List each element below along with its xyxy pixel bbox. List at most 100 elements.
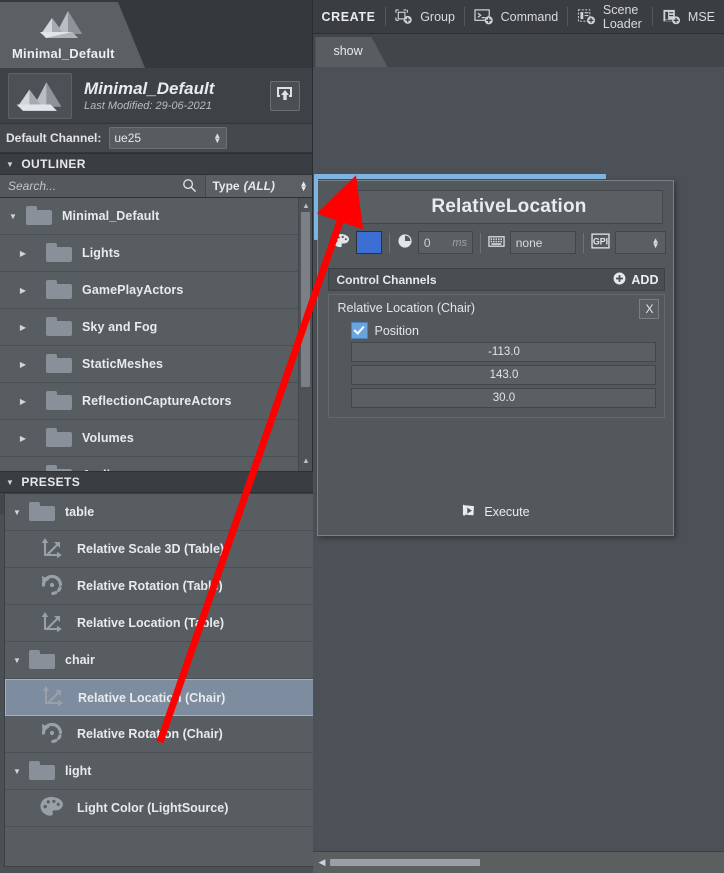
left-panel: Minimal_Default Minimal_Default Last Mod… <box>0 0 313 873</box>
preset-row-label: Relative Scale 3D (Table) <box>77 542 224 556</box>
outliner-row-label: GamePlayActors <box>82 283 183 297</box>
position-checkbox-row[interactable]: Position <box>351 322 656 339</box>
channel-close-button[interactable]: X <box>639 299 659 319</box>
scene-loader-add-icon <box>577 8 596 26</box>
folder-icon <box>46 243 74 263</box>
folder-icon <box>29 650 57 670</box>
preset-row-label: Relative Rotation (Chair) <box>77 727 223 741</box>
create-group-button[interactable]: Group <box>385 0 464 33</box>
gpi-value <box>616 235 621 249</box>
document-last-modified: Last Modified: 29-06-2021 <box>84 100 270 112</box>
delay-unit: ms <box>452 237 467 249</box>
delay-input[interactable]: 0 ms <box>418 231 473 254</box>
position-value-input[interactable]: -113.0 <box>351 342 656 362</box>
scroll-down-arrow-icon[interactable]: ▲ <box>299 453 312 467</box>
relative-location-card[interactable]: RelativeLocation <box>317 180 674 536</box>
divider <box>480 233 481 253</box>
outliner-row[interactable]: ▶Volumes <box>0 420 312 457</box>
preset-folder-row[interactable]: ▼ chair <box>5 642 324 679</box>
preset-row-label: Relative Location (Chair) <box>78 691 225 705</box>
position-value-input[interactable]: 143.0 <box>351 365 656 385</box>
channel-block: Relative Location (Chair) X Position -11… <box>328 294 665 418</box>
create-scene-loader-button[interactable]: Scene Loader <box>568 0 652 33</box>
preset-row-label: chair <box>65 653 95 667</box>
preset-item-row[interactable]: Relative Rotation (Chair) <box>5 716 324 753</box>
preset-folder-row[interactable]: ▼table <box>5 494 324 531</box>
upload-button[interactable] <box>270 81 300 111</box>
type-filter-select[interactable]: Type (ALL) ▲▼ <box>205 175 312 197</box>
search-input[interactable] <box>6 178 190 194</box>
position-checkbox[interactable] <box>351 322 368 339</box>
chevron-updown-icon: ▲▼ <box>652 238 660 248</box>
default-channel-value: ue25 <box>114 131 141 145</box>
divider <box>583 233 584 253</box>
scene-thumbnail-icon <box>38 8 86 40</box>
execute-label: Execute <box>484 505 529 519</box>
scrollbar-thumb[interactable] <box>301 212 310 387</box>
document-tab-minimal-default[interactable]: Minimal_Default <box>0 2 145 68</box>
add-channel-button[interactable]: ADD <box>613 272 658 288</box>
preset-list: ▼table Relative Scale 3D (Table) Relative … <box>4 493 325 867</box>
create-command-button[interactable]: Command <box>465 0 568 33</box>
execute-button[interactable]: Execute <box>318 503 673 521</box>
preset-item-row[interactable]: Relative Rotation (Table) <box>5 568 324 605</box>
scroll-up-arrow-icon[interactable]: ▲ <box>299 198 312 212</box>
preset-item-row[interactable]: Relative Location (Chair) <box>5 679 324 716</box>
outliner-row-label: Minimal_Default <box>62 209 159 223</box>
chevron-down-icon[interactable]: ▼ <box>5 508 29 517</box>
search-icon[interactable] <box>182 178 197 196</box>
search-input-wrap[interactable] <box>0 175 205 197</box>
default-channel-select[interactable]: ue25 ▲▼ <box>109 127 227 149</box>
gpi-select[interactable]: ▲▼ <box>615 231 666 254</box>
outliner-row[interactable]: ▶Lights <box>0 235 312 272</box>
chevron-down-icon[interactable]: ▼ <box>0 212 26 221</box>
folder-icon <box>46 280 74 300</box>
document-tab-label: Minimal_Default <box>12 46 115 61</box>
card-selection-highlight-top <box>314 174 606 179</box>
chevron-right-icon[interactable]: ▶ <box>0 323 46 332</box>
group-add-icon <box>394 8 413 26</box>
outliner-row-label: StaticMeshes <box>82 357 163 371</box>
chevron-down-icon[interactable]: ▼ <box>5 656 29 665</box>
preset-row-label: light <box>65 764 91 778</box>
tab-show[interactable]: show <box>315 37 387 67</box>
chevron-right-icon[interactable]: ▶ <box>0 249 46 258</box>
horizontal-scrollbar[interactable]: ◀ <box>313 851 724 873</box>
application-window: Minimal_Default Minimal_Default Last Mod… <box>0 0 724 873</box>
outliner-row[interactable]: ▶Sky and Fog <box>0 309 312 346</box>
chevron-right-icon[interactable]: ▶ <box>0 360 46 369</box>
control-channels-label: Control Channels <box>336 273 436 287</box>
outliner-row-label: ReflectionCaptureActors <box>82 394 232 408</box>
shortcut-input[interactable]: none <box>510 231 576 254</box>
preset-item-row[interactable]: Relative Location (Table) <box>5 605 324 642</box>
chevron-updown-icon: ▲▼ <box>300 181 308 191</box>
create-mse-button[interactable]: MSE <box>653 0 724 33</box>
scale-icon <box>40 684 66 711</box>
outliner-row[interactable]: ▶ ReflectionCaptureActors <box>0 383 312 420</box>
outliner-row[interactable]: ▶ StaticMeshes <box>0 346 312 383</box>
chevron-right-icon[interactable]: ▶ <box>0 286 46 295</box>
outliner-section-header[interactable]: ▼ OUTLINER <box>0 153 312 175</box>
preset-folder-row[interactable]: ▼ light <box>5 753 324 790</box>
chevron-down-icon[interactable]: ▼ <box>5 767 29 776</box>
card-title: RelativeLocation <box>354 190 663 224</box>
outliner-scrollbar[interactable]: ▲ ▲ ▼ <box>298 198 312 481</box>
mse-add-icon <box>662 8 681 26</box>
hscrollbar-thumb[interactable] <box>330 859 480 866</box>
palette-icon[interactable] <box>332 233 351 252</box>
outliner-row[interactable]: ▼ Minimal_Default <box>0 198 312 235</box>
chevron-updown-icon: ▲▼ <box>213 133 221 143</box>
folder-icon <box>46 428 74 448</box>
outliner-row[interactable]: ▶ GamePlayActors <box>0 272 312 309</box>
chevron-right-icon[interactable]: ▶ <box>0 397 46 406</box>
chevron-right-icon[interactable]: ▶ <box>0 434 46 443</box>
card-color-swatch[interactable] <box>356 231 382 254</box>
document-thumbnail <box>8 73 72 119</box>
upload-icon <box>276 85 294 106</box>
preset-item-row[interactable]: Relative Scale 3D (Table) <box>5 531 324 568</box>
position-value-input[interactable]: 30.0 <box>351 388 656 408</box>
caret-left-icon[interactable]: ◀ <box>313 857 330 868</box>
preset-item-row[interactable]: Light Color (LightSource) <box>5 790 324 827</box>
create-toolbar: CREATE Group <box>313 0 724 34</box>
presets-section-header[interactable]: ▼ PRESETS <box>0 471 329 493</box>
